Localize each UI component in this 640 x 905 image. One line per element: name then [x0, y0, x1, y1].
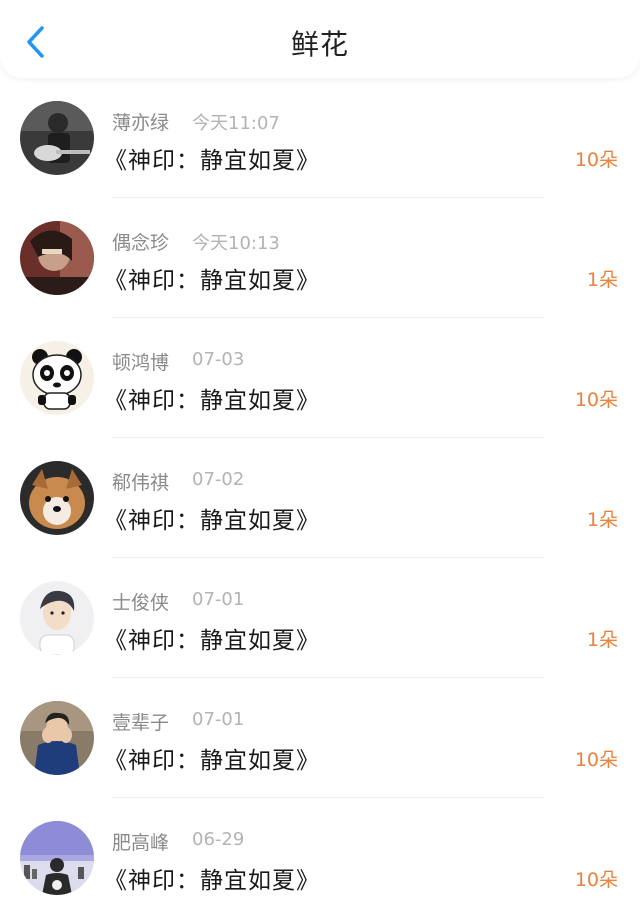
username: 顿鸿博 [112, 352, 170, 374]
flower-record-list: 薄亦绿 今天11:07 《神印：静宜如夏》 10朵 偶念珍 今天10:13 《神… [0, 78, 640, 905]
username: 肥高峰 [112, 832, 170, 854]
list-item[interactable]: 偶念珍 今天10:13 《神印：静宜如夏》 1朵 [0, 198, 640, 318]
username: 薄亦绿 [112, 112, 170, 134]
timestamp: 今天10:13 [192, 233, 280, 254]
book-title[interactable]: 《神印：静宜如夏》 [104, 261, 320, 295]
flower-count: 10朵 [574, 869, 618, 891]
book-title[interactable]: 《神印：静宜如夏》 [104, 381, 320, 415]
flower-count: 10朵 [574, 749, 618, 771]
list-item[interactable]: 士俊侠 07-01 《神印：静宜如夏》 1朵 [0, 558, 640, 678]
page-title: 鲜花 [290, 28, 349, 61]
timestamp: 07-02 [192, 469, 245, 490]
list-item[interactable]: 顿鸿博 07-03 《神印：静宜如夏》 10朵 [0, 318, 640, 438]
username: 士俊侠 [112, 592, 170, 614]
timestamp: 07-01 [192, 709, 245, 730]
flower-count: 1朵 [586, 509, 618, 531]
flower-count: 10朵 [574, 389, 618, 411]
timestamp: 06-29 [192, 829, 245, 850]
book-title[interactable]: 《神印：静宜如夏》 [104, 861, 320, 895]
book-title[interactable]: 《神印：静宜如夏》 [104, 501, 320, 535]
flower-count: 1朵 [586, 269, 618, 291]
timestamp: 07-01 [192, 589, 245, 610]
list-item[interactable]: 壹辈子 07-01 《神印：静宜如夏》 10朵 [0, 678, 640, 798]
book-title[interactable]: 《神印：静宜如夏》 [104, 621, 320, 655]
book-title[interactable]: 《神印：静宜如夏》 [104, 741, 320, 775]
avatar[interactable] [20, 101, 94, 175]
username: 壹辈子 [112, 712, 170, 734]
avatar[interactable] [20, 701, 94, 775]
avatar[interactable] [20, 341, 94, 415]
list-item[interactable]: 肥高峰 06-29 《神印：静宜如夏》 10朵 [0, 798, 640, 905]
username: 郗伟祺 [112, 472, 170, 494]
list-item[interactable]: 薄亦绿 今天11:07 《神印：静宜如夏》 10朵 [0, 78, 640, 198]
username: 偶念珍 [112, 232, 170, 254]
timestamp: 今天11:07 [192, 113, 280, 134]
list-item[interactable]: 郗伟祺 07-02 《神印：静宜如夏》 1朵 [0, 438, 640, 558]
flower-count: 1朵 [586, 629, 618, 651]
flower-count: 10朵 [574, 149, 618, 171]
book-title[interactable]: 《神印：静宜如夏》 [104, 141, 320, 175]
avatar[interactable] [20, 581, 94, 655]
avatar[interactable] [20, 821, 94, 895]
avatar[interactable] [20, 461, 94, 535]
timestamp: 07-03 [192, 349, 245, 370]
header-bar: 鲜花 [0, 0, 640, 78]
avatar[interactable] [20, 221, 94, 295]
